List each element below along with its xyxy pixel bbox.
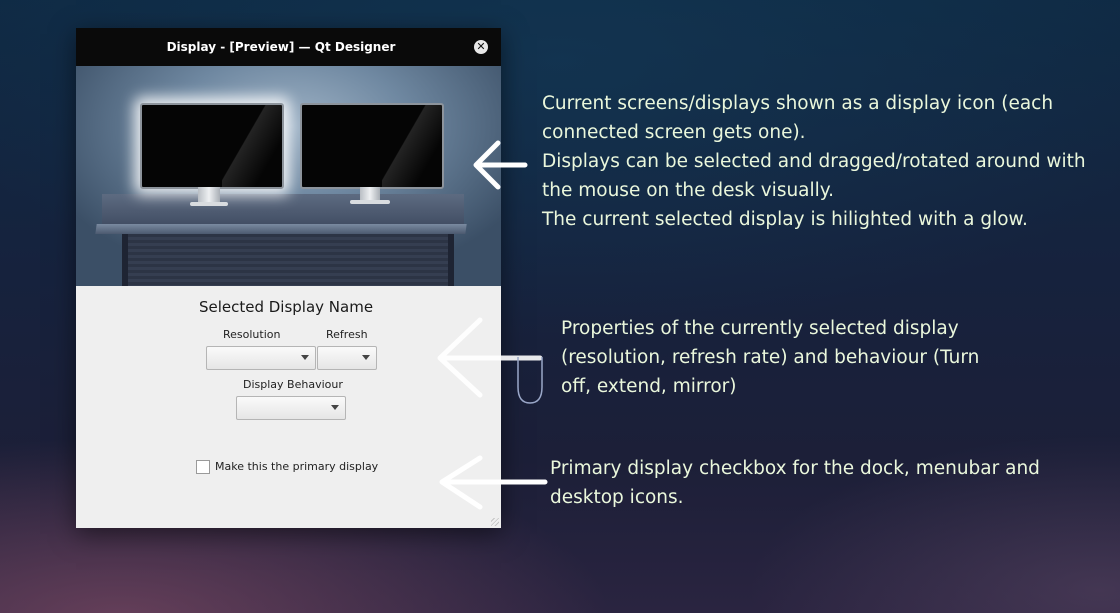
arrow-left-icon xyxy=(439,455,548,510)
chevron-down-icon xyxy=(362,355,370,360)
display-behaviour-label: Display Behaviour xyxy=(243,378,343,391)
resolution-combobox[interactable] xyxy=(206,346,316,370)
desk-scene xyxy=(76,66,501,286)
monitor-2-stand xyxy=(360,187,380,201)
annotation-properties: Properties of the currently selected dis… xyxy=(561,318,980,397)
desk-edge xyxy=(95,224,467,234)
window-title: Display - [Preview] — Qt Designer xyxy=(166,40,396,54)
chevron-down-icon xyxy=(301,355,309,360)
chevron-down-icon xyxy=(331,405,339,410)
primary-display-checkbox[interactable] xyxy=(196,460,210,474)
monitor-2-foot xyxy=(350,200,390,204)
refresh-combobox[interactable] xyxy=(317,346,377,370)
monitor-1-stand xyxy=(198,187,220,203)
annotation-primary: Primary display checkbox for the dock, m… xyxy=(550,458,1040,508)
title-bar[interactable]: Display - [Preview] — Qt Designer ✕ xyxy=(76,28,501,66)
annotation-screens: Current screens/displays shown as a disp… xyxy=(542,93,1086,230)
selected-display-name: Selected Display Name xyxy=(198,298,374,316)
arrow-left-icon xyxy=(437,317,543,404)
primary-display-label[interactable]: Make this the primary display xyxy=(215,460,378,473)
desk-surface xyxy=(102,194,464,226)
refresh-label: Refresh xyxy=(326,328,368,341)
resolution-label: Resolution xyxy=(223,328,281,341)
display-behaviour-combobox[interactable] xyxy=(236,396,346,420)
display-monitor-2[interactable] xyxy=(300,103,444,189)
arrow-left-icon xyxy=(473,140,528,190)
monitor-1-foot xyxy=(190,202,228,206)
desk-body xyxy=(122,234,454,286)
display-monitor-1[interactable] xyxy=(140,103,284,189)
close-icon[interactable]: ✕ xyxy=(474,40,488,54)
